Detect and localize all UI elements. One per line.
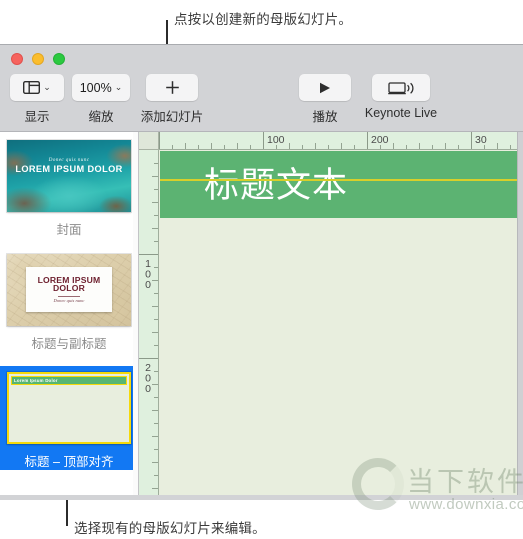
toolbar-item-keynote-live: Keynote Live	[355, 74, 447, 120]
screenshot-root: 点按以创建新的母版幻灯片。 ⌄ 显示 100% ⌄ 缩放 添加幻灯片 播放 Ke…	[0, 0, 523, 539]
canvas-right-gutter[interactable]	[517, 132, 523, 500]
slide-canvas[interactable]: 标题文本	[160, 151, 523, 500]
zoom-button[interactable]	[53, 53, 65, 65]
toolbar-item-add-slide: 添加幻灯片	[133, 74, 211, 125]
main-area: Donec quis nunc LOREM IPSUM DOLOR 封面 LOR…	[0, 131, 523, 500]
zoom-select[interactable]: 100% ⌄	[72, 74, 130, 101]
add-slide-button-label: 添加幻灯片	[140, 110, 204, 124]
ruler-label-v-200: 200	[142, 362, 155, 394]
keynote-live-button-label: Keynote Live	[364, 106, 438, 120]
view-panel-icon	[23, 81, 41, 94]
play-triangle-icon	[317, 81, 333, 95]
ruler-label-v-100: 100	[142, 258, 155, 290]
minimize-button[interactable]	[32, 53, 44, 65]
slide-thumbnail[interactable]: Donec quis nunc LOREM IPSUM DOLOR	[7, 140, 131, 212]
chevron-down-icon: ⌄	[43, 82, 51, 92]
plus-icon	[165, 80, 180, 95]
list-item-selected[interactable]: Lorem Ipsum Dolor 标题 – 顶部对齐	[0, 366, 138, 470]
canvas-area: 100 200 30 100 200 标题文本	[138, 132, 523, 500]
chevron-down-icon: ⌄	[114, 82, 123, 92]
zoom-select-label: 缩放	[88, 110, 114, 124]
toolbar: ⌄ 显示 100% ⌄ 缩放 添加幻灯片 播放 Keynote Live	[0, 69, 523, 131]
callout-top-text: 点按以创建新的母版幻灯片。	[174, 12, 353, 27]
alignment-guide-line	[160, 179, 523, 181]
callout-bottom-text: 选择现有的母版幻灯片来编辑。	[74, 521, 266, 536]
keynote-live-button[interactable]	[372, 74, 430, 101]
slide-preview-title: LOREM IPSUM DOLOR	[15, 163, 123, 174]
slide-thumbnail[interactable]: LOREM IPSUM DOLOR Donec quis nunc	[7, 254, 131, 326]
add-slide-button[interactable]	[146, 74, 198, 101]
toolbar-item-play: 播放	[297, 74, 353, 125]
page-title[interactable]: 标题文本	[204, 157, 348, 208]
slide-caption: 标题 – 顶部对齐	[24, 455, 114, 469]
callout-bottom-leader-line	[66, 500, 68, 526]
list-item[interactable]: Donec quis nunc LOREM IPSUM DOLOR 封面	[0, 140, 138, 240]
slide-preview-title: Lorem Ipsum Dolor	[14, 378, 58, 383]
slide-preview-card: LOREM IPSUM DOLOR Donec quis nunc	[25, 266, 113, 312]
list-item[interactable]: LOREM IPSUM DOLOR Donec quis nunc 标题与副标题	[0, 254, 138, 354]
view-button[interactable]: ⌄	[10, 74, 64, 101]
slide-preview-title-bar: Lorem Ipsum Dolor	[11, 376, 127, 385]
slide-preview-divider	[57, 295, 81, 297]
toolbar-item-view: ⌄ 显示	[8, 74, 66, 125]
vertical-ruler[interactable]: 100 200	[139, 150, 159, 500]
close-button[interactable]	[11, 53, 23, 65]
slide-caption: 标题与副标题	[31, 337, 107, 351]
keynote-window: ⌄ 显示 100% ⌄ 缩放 添加幻灯片 播放 Keynote Live Don…	[0, 44, 523, 500]
display-broadcast-icon	[387, 81, 415, 95]
slide-preview-ocean: Donec quis nunc LOREM IPSUM DOLOR	[7, 140, 131, 212]
play-button[interactable]	[299, 74, 351, 101]
window-bottom-strip	[0, 495, 523, 500]
horizontal-ruler[interactable]: 100 200 30	[159, 132, 523, 150]
slide-thumbnail[interactable]: Lorem Ipsum Dolor	[7, 372, 131, 444]
window-titlebar	[0, 45, 523, 69]
slide-preview-map: LOREM IPSUM DOLOR Donec quis nunc	[7, 254, 131, 326]
title-placeholder-band[interactable]: 标题文本	[160, 151, 523, 218]
ruler-corner	[139, 132, 159, 150]
slide-preview-subtitle: Donec quis nunc	[48, 156, 90, 163]
slide-preview-subtitle: Donec quis nunc	[53, 298, 85, 304]
master-slide-navigator[interactable]: Donec quis nunc LOREM IPSUM DOLOR 封面 LOR…	[0, 132, 138, 500]
view-button-label: 显示	[24, 110, 50, 124]
zoom-value: 100%	[79, 80, 112, 95]
slide-caption: 封面	[56, 223, 82, 237]
play-button-label: 播放	[312, 110, 338, 124]
slide-preview-title: LOREM IPSUM DOLOR	[37, 274, 101, 294]
toolbar-item-zoom: 100% ⌄ 缩放	[70, 74, 132, 125]
slide-preview-green-title: Lorem Ipsum Dolor	[7, 372, 131, 444]
